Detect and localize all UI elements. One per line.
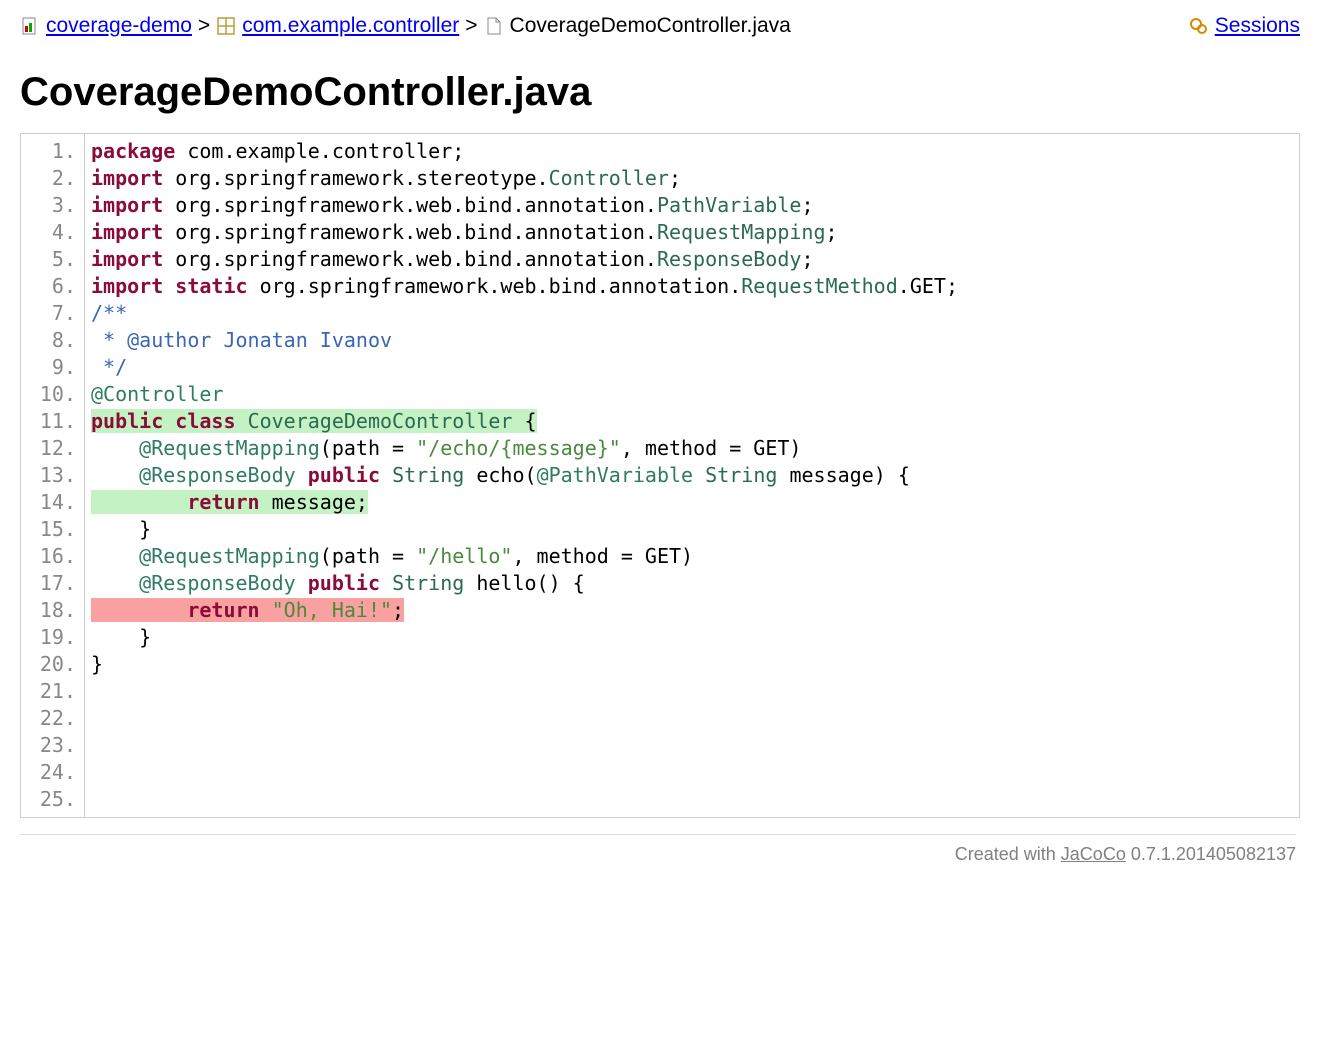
line-number: 2. bbox=[21, 165, 84, 192]
code-line: return message; bbox=[85, 489, 1299, 516]
line-number: 4. bbox=[21, 219, 84, 246]
line-number: 21. bbox=[21, 678, 84, 705]
line-number: 12. bbox=[21, 435, 84, 462]
breadcrumb: coverage-demo > com.example.controller >… bbox=[20, 10, 1300, 42]
package-icon bbox=[216, 16, 236, 36]
code-line: @ResponseBody public String echo(@PathVa… bbox=[85, 462, 1299, 489]
source-code: package com.example.controller;import or… bbox=[85, 134, 1299, 817]
page-title: CoverageDemoController.java bbox=[20, 70, 1300, 115]
line-number: 25. bbox=[21, 786, 84, 813]
footer-divider bbox=[20, 834, 1296, 835]
line-number: 19. bbox=[21, 624, 84, 651]
report-icon bbox=[20, 16, 40, 36]
code-line: return "Oh, Hai!"; bbox=[85, 597, 1299, 624]
breadcrumb-separator: > bbox=[198, 14, 210, 38]
code-line: import org.springframework.web.bind.anno… bbox=[85, 192, 1299, 219]
line-number: 10. bbox=[21, 381, 84, 408]
line-number: 17. bbox=[21, 570, 84, 597]
line-number: 23. bbox=[21, 732, 84, 759]
line-number: 16. bbox=[21, 543, 84, 570]
code-line: import org.springframework.web.bind.anno… bbox=[85, 246, 1299, 273]
code-line: @Controller bbox=[85, 381, 1299, 408]
code-line: @RequestMapping(path = "/hello", method … bbox=[85, 543, 1299, 570]
line-number: 1. bbox=[21, 138, 84, 165]
source-code-panel: 1.2.3.4.5.6.7.8.9.10.11.12.13.14.15.16.1… bbox=[20, 133, 1300, 818]
footer-prefix: Created with bbox=[955, 844, 1061, 864]
breadcrumb-current: CoverageDemoController.java bbox=[510, 14, 791, 38]
line-number: 14. bbox=[21, 489, 84, 516]
line-number: 5. bbox=[21, 246, 84, 273]
line-number: 9. bbox=[21, 354, 84, 381]
code-line: import static org.springframework.web.bi… bbox=[85, 273, 1299, 300]
line-number: 24. bbox=[21, 759, 84, 786]
line-number: 22. bbox=[21, 705, 84, 732]
sessions-icon bbox=[1189, 16, 1209, 36]
code-line: } bbox=[85, 624, 1299, 651]
code-line: /** bbox=[85, 300, 1299, 327]
line-number: 11. bbox=[21, 408, 84, 435]
code-line: @ResponseBody public String hello() { bbox=[85, 570, 1299, 597]
footer: Created with JaCoCo 0.7.1.201405082137 bbox=[20, 834, 1300, 865]
code-line: * @author Jonatan Ivanov bbox=[85, 327, 1299, 354]
line-number: 18. bbox=[21, 597, 84, 624]
code-line: } bbox=[85, 516, 1299, 543]
footer-version: 0.7.1.201405082137 bbox=[1126, 844, 1296, 864]
line-number: 3. bbox=[21, 192, 84, 219]
code-line: import org.springframework.web.bind.anno… bbox=[85, 219, 1299, 246]
breadcrumb-package-link[interactable]: com.example.controller bbox=[242, 14, 459, 38]
code-line: */ bbox=[85, 354, 1299, 381]
breadcrumb-root-link[interactable]: coverage-demo bbox=[46, 14, 192, 38]
line-number: 20. bbox=[21, 651, 84, 678]
line-number: 13. bbox=[21, 462, 84, 489]
code-line: @RequestMapping(path = "/echo/{message}"… bbox=[85, 435, 1299, 462]
breadcrumb-separator: > bbox=[465, 14, 477, 38]
code-line: import org.springframework.stereotype.Co… bbox=[85, 165, 1299, 192]
line-number: 7. bbox=[21, 300, 84, 327]
jacoco-link[interactable]: JaCoCo bbox=[1061, 844, 1126, 864]
code-line: public class CoverageDemoController { bbox=[85, 408, 1299, 435]
line-number: 15. bbox=[21, 516, 84, 543]
code-line: package com.example.controller; bbox=[85, 138, 1299, 165]
code-line: } bbox=[85, 651, 1299, 678]
sessions-link[interactable]: Sessions bbox=[1215, 14, 1300, 38]
line-number-gutter: 1.2.3.4.5.6.7.8.9.10.11.12.13.14.15.16.1… bbox=[21, 134, 85, 817]
line-number: 8. bbox=[21, 327, 84, 354]
line-number: 6. bbox=[21, 273, 84, 300]
file-icon bbox=[484, 16, 504, 36]
